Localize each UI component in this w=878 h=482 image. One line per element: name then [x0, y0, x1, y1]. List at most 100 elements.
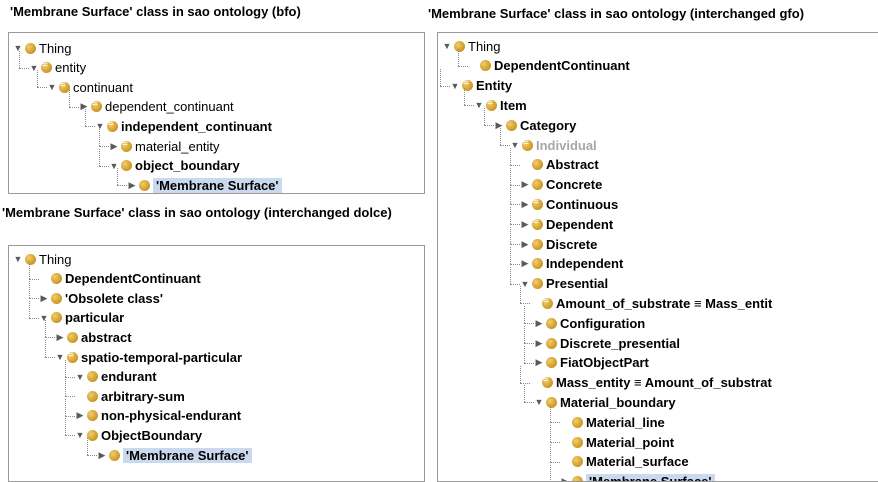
- tree-item-category[interactable]: ▶Category: [494, 116, 576, 134]
- tree-connector: [65, 416, 75, 417]
- tree-item-membrane-surface[interactable]: ▶'Membrane Surface': [127, 176, 282, 194]
- tree-item-individual[interactable]: ▼Individual: [510, 136, 597, 154]
- tree-panel-dolce: ▼Thing DependentContinuant▶'Obsolete clas…: [8, 245, 425, 482]
- tree-item-spatio-temporal-particular[interactable]: ▼spatio-temporal-particular: [55, 348, 242, 366]
- expand-right-icon[interactable]: ▶: [494, 120, 504, 130]
- tree-connector: [484, 108, 485, 125]
- tree-item-discrete[interactable]: ▶Discrete: [520, 235, 597, 253]
- tree-item-dependentcontinuant[interactable]: DependentContinuant: [468, 57, 630, 75]
- tree-connector: [464, 105, 474, 106]
- tree-item-thing[interactable]: ▼Thing: [13, 250, 72, 268]
- expand-right-icon[interactable]: ▶: [39, 293, 49, 303]
- expand-right-icon[interactable]: ▶: [79, 102, 89, 112]
- tree-leaf-spacer: [39, 274, 49, 284]
- tree-item-concrete[interactable]: ▶Concrete: [520, 176, 602, 194]
- tree-item-fiatobjectpart[interactable]: ▶FiatObjectPart: [534, 354, 649, 372]
- tree-item-dependent[interactable]: ▶Dependent: [520, 215, 613, 233]
- tree-item-objectboundary[interactable]: ▼ObjectBoundary: [75, 426, 202, 444]
- expand-down-icon[interactable]: ▼: [95, 121, 105, 131]
- expand-down-icon[interactable]: ▼: [450, 81, 460, 91]
- tree-item-thing[interactable]: ▼Thing: [13, 39, 72, 57]
- tree-connector: [524, 363, 534, 364]
- expand-down-icon[interactable]: ▼: [510, 140, 520, 150]
- tree-item-discrete-presential[interactable]: ▶ Discrete_presential: [534, 334, 680, 352]
- expand-down-icon[interactable]: ▼: [47, 82, 57, 92]
- expand-down-icon[interactable]: ▼: [520, 279, 530, 289]
- tree-item-configuration[interactable]: ▶Configuration: [534, 314, 645, 332]
- expand-right-icon[interactable]: ▶: [97, 450, 107, 460]
- tree-connector: [29, 318, 39, 319]
- tree-item-dependent-continuant[interactable]: ▶dependent_continuant: [79, 98, 234, 116]
- class-icon: [121, 160, 132, 171]
- expand-down-icon[interactable]: ▼: [13, 254, 23, 264]
- tree-item-non-physical-endurant[interactable]: ▶non-physical-endurant: [75, 407, 241, 425]
- tree-item-abstract[interactable]: Abstract: [520, 156, 599, 174]
- tree-item-entity[interactable]: ▼Entity: [450, 77, 512, 95]
- class-icon: [546, 357, 557, 368]
- tree-item-dependentcontinuant[interactable]: DependentContinuant: [39, 270, 201, 288]
- tree-panel-bfo: ▼Thing▼entity▼continuant▶dependent_conti…: [8, 32, 425, 194]
- tree-item-arbitrary-sum[interactable]: arbitrary-sum: [75, 387, 185, 405]
- tree-connector: [37, 70, 38, 87]
- expand-right-icon[interactable]: ▶: [520, 180, 530, 190]
- expand-right-icon[interactable]: ▶: [520, 199, 530, 209]
- tree-connector: [550, 442, 560, 443]
- tree-item-material-boundary[interactable]: ▼Material_boundary: [534, 393, 676, 411]
- tree-item-membrane-surface[interactable]: ▶'Membrane Surface': [97, 446, 252, 464]
- expand-right-icon[interactable]: ▶: [109, 141, 119, 151]
- expand-down-icon[interactable]: ▼: [534, 397, 544, 407]
- tree-item-endurant[interactable]: ▼endurant: [75, 368, 157, 386]
- tree-panel-gfo: ▼Thing DependentContinuant ▼Entity▼Item ▶Ca…: [437, 32, 878, 482]
- expand-right-icon[interactable]: ▶: [534, 318, 544, 328]
- class-icon: [109, 450, 120, 461]
- tree-item-continuant[interactable]: ▼continuant: [47, 78, 133, 96]
- tree-connector: [500, 128, 501, 145]
- tree-item-obsolete-class[interactable]: ▶'Obsolete class': [39, 289, 163, 307]
- expand-right-icon[interactable]: ▶: [520, 219, 530, 229]
- tree-item-object-boundary[interactable]: ▼object_boundary: [109, 157, 240, 175]
- expand-right-icon[interactable]: ▶: [127, 180, 137, 190]
- tree-item-independent[interactable]: ▶Independent: [520, 255, 623, 273]
- expand-right-icon[interactable]: ▶: [560, 477, 570, 482]
- expand-right-icon[interactable]: ▶: [534, 338, 544, 348]
- tree-connector: [99, 146, 109, 147]
- tree-item-abstract[interactable]: ▶abstract: [55, 328, 132, 346]
- tree-connector: [65, 418, 66, 435]
- tree-item-label: Discrete_presential: [560, 336, 680, 351]
- tree-item-material-surface[interactable]: Material_surface: [560, 453, 689, 471]
- tree-item-mass-entity-amount-of-substrat[interactable]: Mass_entity ≡ Amount_of_substrat: [530, 374, 772, 392]
- expand-down-icon[interactable]: ▼: [474, 100, 484, 110]
- tree-item-material-entity[interactable]: ▶material_entity: [109, 137, 220, 155]
- tree-item-material-line[interactable]: Material_line: [560, 413, 665, 431]
- class-icon: [532, 258, 543, 269]
- tree-item-continuous[interactable]: ▶Continuous: [520, 195, 618, 213]
- tree-item-presential[interactable]: ▼Presential: [520, 275, 608, 293]
- expand-down-icon[interactable]: ▼: [55, 352, 65, 362]
- expand-down-icon[interactable]: ▼: [39, 313, 49, 323]
- expand-down-icon[interactable]: ▼: [13, 43, 23, 53]
- tree-item-item[interactable]: ▼Item: [474, 96, 527, 114]
- tree-item-amount-of-substrate-mass-entit[interactable]: Amount_of_substrate ≡ Mass_entit: [530, 294, 772, 312]
- defined-class-icon: [41, 62, 52, 73]
- class-icon: [572, 476, 583, 482]
- class-icon: [532, 159, 543, 170]
- tree-item-material-point[interactable]: Material_point: [560, 433, 674, 451]
- tree-item-label: DependentContinuant: [494, 58, 630, 73]
- tree-item-thing[interactable]: ▼Thing: [442, 37, 501, 55]
- tree-connector: [510, 165, 520, 166]
- defined-class-icon: [542, 377, 553, 388]
- tree-item-independent-continuant[interactable]: ▼independent_continuant: [95, 117, 272, 135]
- expand-right-icon[interactable]: ▶: [534, 358, 544, 368]
- tree-item-particular[interactable]: ▼particular: [39, 309, 124, 327]
- expand-down-icon[interactable]: ▼: [442, 41, 452, 51]
- class-icon: [25, 43, 36, 54]
- expand-right-icon[interactable]: ▶: [75, 411, 85, 421]
- expand-right-icon[interactable]: ▶: [520, 259, 530, 269]
- expand-right-icon[interactable]: ▶: [520, 239, 530, 249]
- expand-down-icon[interactable]: ▼: [75, 372, 85, 382]
- expand-right-icon[interactable]: ▶: [55, 332, 65, 342]
- tree-connector: [99, 166, 109, 167]
- tree-connector: [85, 109, 86, 126]
- tree-item-membrane-surface[interactable]: ▶'Membrane Surface': [560, 473, 715, 482]
- expand-down-icon[interactable]: ▼: [75, 430, 85, 440]
